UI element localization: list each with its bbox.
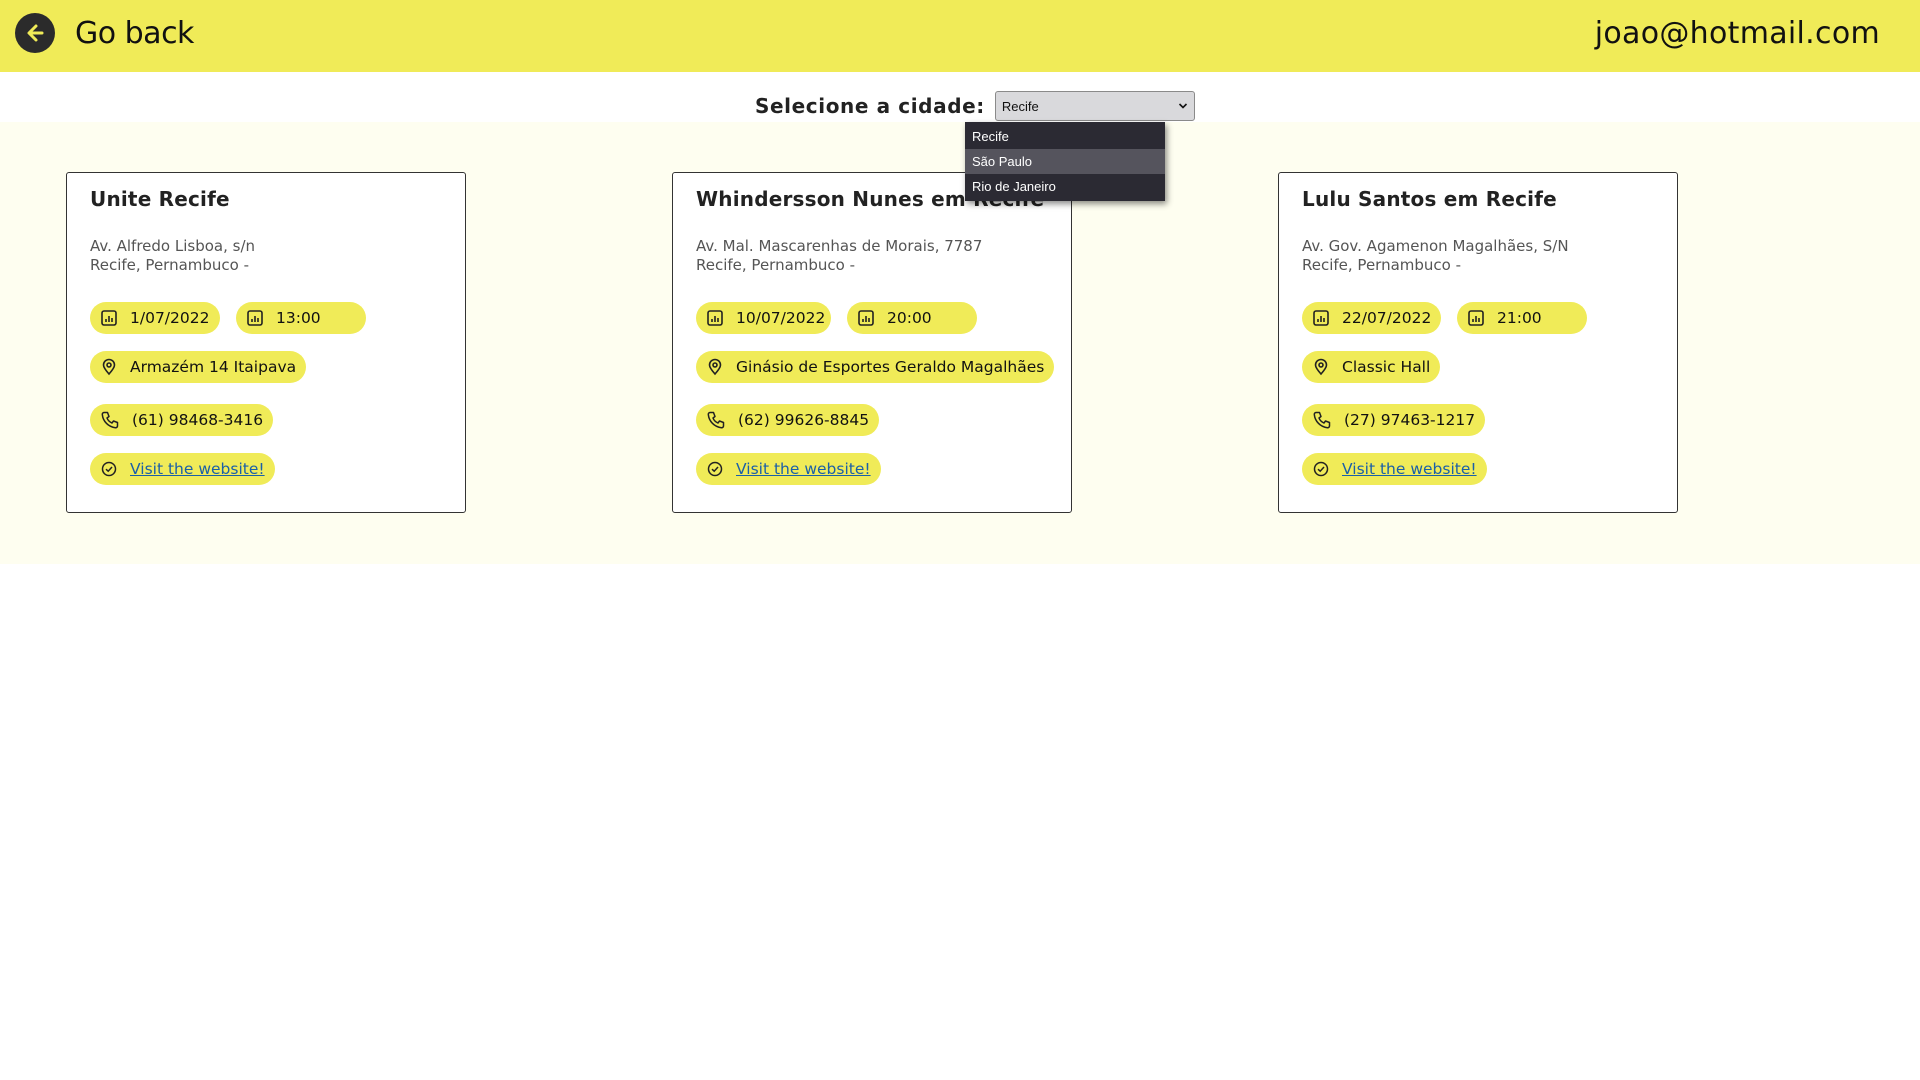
event-venue-badge: Classic Hall: [1302, 351, 1441, 383]
address-line: Recife, Pernambuco -: [90, 256, 250, 274]
event-date-badge: 10/07/2022: [696, 302, 831, 334]
city-option-recife[interactable]: Recife: [965, 124, 1165, 149]
event-card: Lulu Santos em Recife Av. Gov. Agamenon …: [1278, 172, 1678, 513]
chevron-down-icon: [1178, 99, 1188, 114]
chart-icon: [247, 310, 263, 326]
event-phone: (27) 97463-1217: [1344, 411, 1476, 429]
user-email: joao@hotmail.com: [1594, 16, 1880, 51]
event-website-link[interactable]: Visit the website!: [130, 460, 265, 478]
event-time: 20:00: [887, 309, 932, 327]
event-time-badge: 21:00: [1457, 302, 1587, 334]
event-card: Whindersson Nunes em Recife Av. Mal. Mas…: [672, 172, 1072, 513]
address-line: Av. Mal. Mascarenhas de Morais, 7787: [696, 237, 983, 255]
chart-icon: [858, 310, 874, 326]
event-phone-badge: (62) 99626-8845: [696, 404, 880, 436]
phone-icon: [707, 411, 725, 429]
event-venue-badge: Ginásio de Esportes Geraldo Magalhães: [696, 351, 1055, 383]
location-pin-icon: [102, 358, 116, 376]
event-date-badge: 1/07/2022: [90, 302, 220, 334]
event-phone: (62) 99626-8845: [738, 411, 870, 429]
check-circle-icon: [1313, 461, 1329, 477]
event-title: Lulu Santos em Recife: [1302, 187, 1557, 211]
phone-icon: [101, 411, 119, 429]
event-date-badge: 22/07/2022: [1302, 302, 1441, 334]
city-option-rio-de-janeiro[interactable]: Rio de Janeiro: [965, 174, 1165, 199]
calendar-icon: [1313, 310, 1329, 326]
event-time-badge: 20:00: [847, 302, 977, 334]
event-phone: (61) 98468-3416: [132, 411, 264, 429]
event-website-badge: Visit the website!: [90, 453, 275, 485]
event-venue: Ginásio de Esportes Geraldo Magalhães: [736, 358, 1045, 376]
chart-icon: [1468, 310, 1484, 326]
city-select-value: Recife: [1001, 98, 1039, 114]
event-venue: Armazém 14 Itaipava: [130, 358, 297, 376]
event-website-badge: Visit the website!: [1302, 453, 1487, 485]
calendar-icon: [707, 310, 723, 326]
event-address: Av. Alfredo Lisboa, s/n Recife, Pernambu…: [90, 237, 255, 275]
city-dropdown-list: Recife São Paulo Rio de Janeiro: [965, 122, 1165, 201]
go-back-button[interactable]: Go back: [15, 13, 194, 53]
address-line: Recife, Pernambuco -: [696, 256, 856, 274]
phone-icon: [1313, 411, 1331, 429]
calendar-icon: [101, 310, 117, 326]
event-date: 22/07/2022: [1342, 309, 1432, 327]
location-pin-icon: [1314, 358, 1328, 376]
city-filter-label: Selecione a cidade:: [755, 94, 985, 118]
go-back-label: Go back: [75, 15, 194, 51]
check-circle-icon: [707, 461, 723, 477]
event-phone-badge: (27) 97463-1217: [1302, 404, 1486, 436]
event-title: Unite Recife: [90, 187, 230, 211]
address-line: Av. Gov. Agamenon Magalhães, S/N: [1302, 237, 1569, 255]
event-website-link[interactable]: Visit the website!: [736, 460, 871, 478]
event-card: Unite Recife Av. Alfredo Lisboa, s/n Rec…: [66, 172, 466, 513]
city-option-sao-paulo[interactable]: São Paulo: [965, 149, 1165, 174]
event-address: Av. Gov. Agamenon Magalhães, S/N Recife,…: [1302, 237, 1569, 275]
event-time: 21:00: [1497, 309, 1542, 327]
event-website-link[interactable]: Visit the website!: [1342, 460, 1477, 478]
check-circle-icon: [101, 461, 117, 477]
location-pin-icon: [708, 358, 722, 376]
event-time-badge: 13:00: [236, 302, 366, 334]
event-website-badge: Visit the website!: [696, 453, 881, 485]
address-line: Recife, Pernambuco -: [1302, 256, 1462, 274]
event-venue: Classic Hall: [1342, 358, 1431, 376]
event-phone-badge: (61) 98468-3416: [90, 404, 274, 436]
event-address: Av. Mal. Mascarenhas de Morais, 7787 Rec…: [696, 237, 982, 275]
top-bar: Go back joao@hotmail.com: [0, 0, 1920, 72]
event-date: 1/07/2022: [130, 309, 210, 327]
city-select[interactable]: Recife: [994, 91, 1195, 121]
event-venue-badge: Armazém 14 Itaipava: [90, 351, 307, 383]
event-time: 13:00: [276, 309, 321, 327]
event-date: 10/07/2022: [736, 309, 826, 327]
arrow-left-icon: [15, 13, 55, 53]
address-line: Av. Alfredo Lisboa, s/n: [90, 237, 256, 255]
city-filter: Selecione a cidade: Recife: [755, 91, 1195, 121]
